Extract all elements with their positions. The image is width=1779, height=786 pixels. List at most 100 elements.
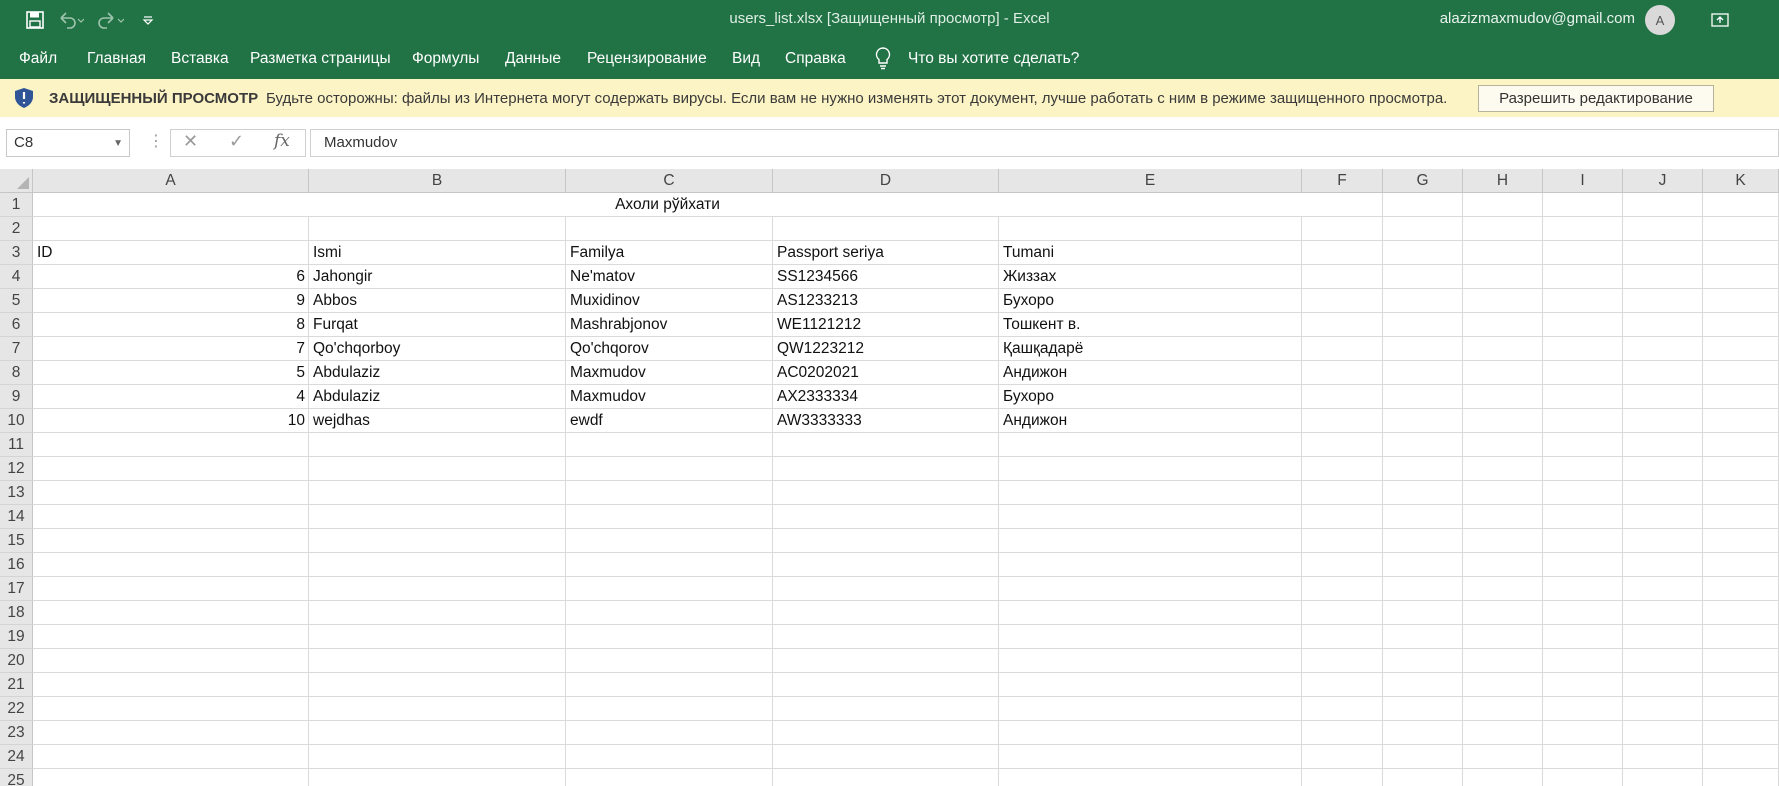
data-cell[interactable]: Abbos xyxy=(309,289,565,313)
data-cell[interactable]: Mashrabjonov xyxy=(566,313,772,337)
column-header-d[interactable]: D xyxy=(773,169,999,193)
header-cell[interactable]: ID xyxy=(33,241,308,265)
header-cell[interactable]: Familya xyxy=(566,241,772,265)
column-header-j[interactable]: J xyxy=(1623,169,1703,193)
row-header-5[interactable]: 5 xyxy=(0,289,33,313)
data-cell[interactable]: Maxmudov xyxy=(566,361,772,385)
row-header-21[interactable]: 21 xyxy=(0,673,33,697)
row-header-17[interactable]: 17 xyxy=(0,577,33,601)
cancel-icon[interactable]: ✕ xyxy=(183,131,198,152)
data-cell[interactable]: Андижон xyxy=(999,409,1301,433)
tab-review[interactable]: Рецензирование xyxy=(587,50,707,68)
data-cell[interactable]: wejdhas xyxy=(309,409,565,433)
id-cell[interactable]: 5 xyxy=(33,361,308,385)
column-header-c[interactable]: C xyxy=(566,169,773,193)
row-header-25[interactable]: 25 xyxy=(0,769,33,786)
data-cell[interactable]: Жиззах xyxy=(999,265,1301,289)
id-cell[interactable]: 8 xyxy=(33,313,308,337)
id-cell[interactable]: 4 xyxy=(33,385,308,409)
tab-data[interactable]: Данные xyxy=(505,50,561,68)
id-cell[interactable]: 6 xyxy=(33,265,308,289)
id-cell[interactable]: 7 xyxy=(33,337,308,361)
row-header-15[interactable]: 15 xyxy=(0,529,33,553)
row-header-22[interactable]: 22 xyxy=(0,697,33,721)
row-header-11[interactable]: 11 xyxy=(0,433,33,457)
data-cell[interactable]: WE1121212 xyxy=(773,313,998,337)
tab-file[interactable]: Файл xyxy=(19,50,57,68)
header-cell[interactable]: Ismi xyxy=(309,241,565,265)
lightbulb-icon[interactable] xyxy=(874,46,892,75)
data-cell[interactable]: Тошкент в. xyxy=(999,313,1301,337)
row-header-20[interactable]: 20 xyxy=(0,649,33,673)
row-header-8[interactable]: 8 xyxy=(0,361,33,385)
name-box[interactable]: C8 ▼ xyxy=(6,129,130,157)
data-cell[interactable]: AW3333333 xyxy=(773,409,998,433)
column-header-e[interactable]: E xyxy=(999,169,1302,193)
data-cell[interactable]: AX2333334 xyxy=(773,385,998,409)
column-header-h[interactable]: H xyxy=(1463,169,1543,193)
tab-insert[interactable]: Вставка xyxy=(171,50,229,68)
tab-home[interactable]: Главная xyxy=(87,50,146,68)
row-header-4[interactable]: 4 xyxy=(0,265,33,289)
more-options-icon[interactable]: ⋮ xyxy=(148,131,164,151)
column-header-a[interactable]: A xyxy=(33,169,309,193)
row-header-10[interactable]: 10 xyxy=(0,409,33,433)
data-cell[interactable]: AS1233213 xyxy=(773,289,998,313)
data-cell[interactable]: Muxidinov xyxy=(566,289,772,313)
data-cell[interactable]: Qo'chqorboy xyxy=(309,337,565,361)
tab-help[interactable]: Справка xyxy=(785,50,846,68)
row-header-1[interactable]: 1 xyxy=(0,193,33,217)
data-cell[interactable]: SS1234566 xyxy=(773,265,998,289)
row-header-2[interactable]: 2 xyxy=(0,217,33,241)
select-all-button[interactable] xyxy=(0,169,33,193)
row-header-7[interactable]: 7 xyxy=(0,337,33,361)
data-cell[interactable]: Қашқадарё xyxy=(999,337,1301,361)
row-header-6[interactable]: 6 xyxy=(0,313,33,337)
row-header-19[interactable]: 19 xyxy=(0,625,33,649)
row-header-13[interactable]: 13 xyxy=(0,481,33,505)
enter-icon[interactable]: ✓ xyxy=(229,131,244,152)
data-cell[interactable]: Андижон xyxy=(999,361,1301,385)
enable-editing-button[interactable]: Разрешить редактирование xyxy=(1478,85,1714,112)
data-cell[interactable]: QW1223212 xyxy=(773,337,998,361)
row-header-23[interactable]: 23 xyxy=(0,721,33,745)
data-cell[interactable]: AC0202021 xyxy=(773,361,998,385)
data-cell[interactable]: Maxmudov xyxy=(566,385,772,409)
tab-formulas[interactable]: Формулы xyxy=(412,50,479,68)
chevron-down-icon[interactable]: ▼ xyxy=(113,131,123,157)
data-cell[interactable]: Abdulaziz xyxy=(309,361,565,385)
row-header-24[interactable]: 24 xyxy=(0,745,33,769)
id-cell[interactable]: 10 xyxy=(33,409,308,433)
tab-page-layout[interactable]: Разметка страницы xyxy=(250,50,391,68)
data-cell[interactable]: Ne'matov xyxy=(566,265,772,289)
row-header-12[interactable]: 12 xyxy=(0,457,33,481)
header-cell[interactable]: Tumani xyxy=(999,241,1301,265)
column-header-f[interactable]: F xyxy=(1302,169,1383,193)
data-cell[interactable]: Abdulaziz xyxy=(309,385,565,409)
sheet-title[interactable]: Ахоли рўйхати xyxy=(33,193,1302,216)
row-header-18[interactable]: 18 xyxy=(0,601,33,625)
id-cell[interactable]: 9 xyxy=(33,289,308,313)
column-header-i[interactable]: I xyxy=(1543,169,1623,193)
column-header-b[interactable]: B xyxy=(309,169,566,193)
data-cell[interactable]: Бухоро xyxy=(999,385,1301,409)
data-cell[interactable]: Бухоро xyxy=(999,289,1301,313)
data-cell[interactable]: Jahongir xyxy=(309,265,565,289)
row-header-14[interactable]: 14 xyxy=(0,505,33,529)
tab-view[interactable]: Вид xyxy=(732,50,760,68)
data-cell[interactable]: Qo'chqorov xyxy=(566,337,772,361)
row-header-3[interactable]: 3 xyxy=(0,241,33,265)
data-cell[interactable]: ewdf xyxy=(566,409,772,433)
formula-input[interactable]: Maxmudov xyxy=(310,129,1779,157)
tell-me-search[interactable]: Что вы хотите сделать? xyxy=(908,50,1079,68)
row-header-9[interactable]: 9 xyxy=(0,385,33,409)
header-cell[interactable]: Passport seriya xyxy=(773,241,998,265)
account-email[interactable]: alazizmaxmudov@gmail.com xyxy=(1440,10,1635,27)
avatar[interactable]: A xyxy=(1645,5,1675,35)
data-cell[interactable]: Furqat xyxy=(309,313,565,337)
column-header-g[interactable]: G xyxy=(1383,169,1463,193)
row-header-16[interactable]: 16 xyxy=(0,553,33,577)
ribbon-display-icon[interactable] xyxy=(1708,8,1732,32)
insert-function-icon[interactable]: fx xyxy=(274,131,290,151)
column-header-k[interactable]: K xyxy=(1703,169,1779,193)
